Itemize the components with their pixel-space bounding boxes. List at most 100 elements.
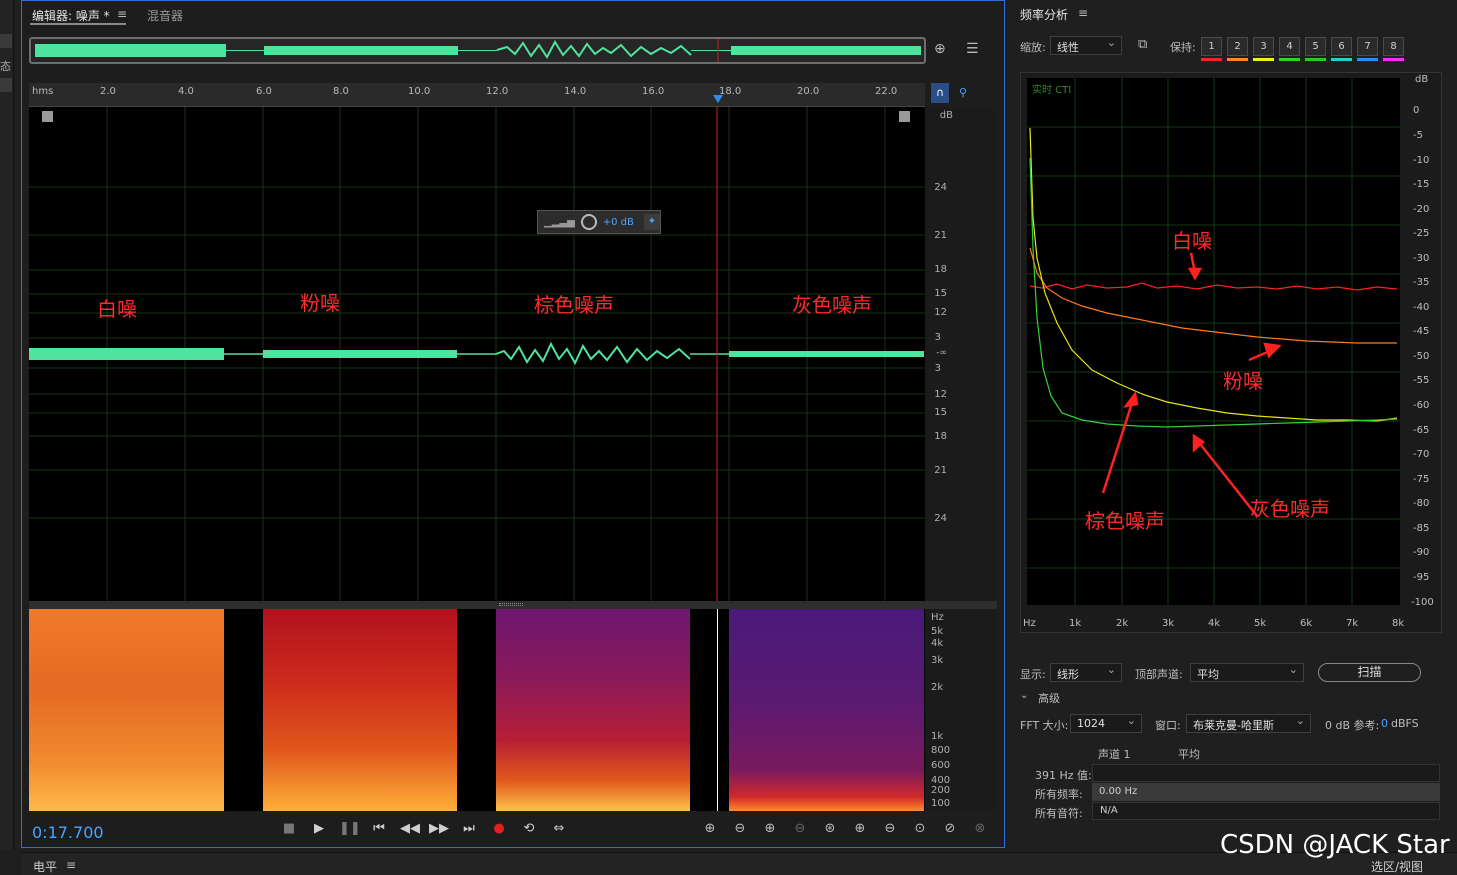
graph-db-tick: -65 xyxy=(1413,425,1430,436)
panel-menu-icon[interactable]: ≡ xyxy=(1078,6,1088,20)
hold-button-3[interactable]: 3 xyxy=(1253,37,1274,56)
ruler-tick: 2.0 xyxy=(100,86,116,97)
fast-forward-icon[interactable]: ▶▶ xyxy=(429,821,449,836)
meter-bars-icon: ▁▂▃▅ xyxy=(544,216,575,228)
zoom-disabled-icon[interactable]: ⊗ xyxy=(969,821,991,836)
db-scale: dB 24 21 18 15 12 3 -∞ 3 12 15 18 21 24 xyxy=(925,107,997,601)
advanced-section[interactable]: 高级 xyxy=(1038,690,1060,706)
tab-editor[interactable]: 编辑器: 噪声 * xyxy=(32,7,110,24)
time-ruler[interactable]: hms 2.0 4.0 6.0 8.0 10.0 12.0 14.0 16.0 … xyxy=(29,83,925,107)
zoom-out-point-icon[interactable]: ⊖ xyxy=(879,821,901,836)
zoom-out-time-icon[interactable]: ⊖ xyxy=(789,821,811,836)
display-select[interactable]: 线形 xyxy=(1050,663,1122,682)
db-tick: -∞ xyxy=(936,348,947,358)
view-divider[interactable] xyxy=(29,601,997,609)
hz-tick: 2k xyxy=(931,682,944,693)
play-icon[interactable]: ▶ xyxy=(309,821,329,836)
zoom-to-fit-icon[interactable]: ⊕ xyxy=(934,41,946,57)
db-tick: 15 xyxy=(934,288,947,299)
hold-button-7[interactable]: 7 xyxy=(1357,37,1378,56)
zoom-out-amplitude-icon[interactable]: ⊖ xyxy=(729,821,751,836)
hold-button-6[interactable]: 6 xyxy=(1331,37,1352,56)
skip-selection-icon[interactable]: ⇔ xyxy=(549,821,569,836)
realtime-label: 实时 CTI xyxy=(1032,85,1072,96)
chevron-down-icon[interactable]: ⌄ xyxy=(1020,690,1028,701)
annotation-brown-noise: 棕色噪声 xyxy=(1085,509,1165,533)
scale-select[interactable]: 线性 xyxy=(1050,36,1122,55)
zoom-selection-icon[interactable]: ⊙ xyxy=(909,821,931,836)
spectrum-graph[interactable]: 实时 CTI 白噪 粉噪 棕色噪声 灰色噪声 xyxy=(1027,78,1400,605)
hz-tick: 800 xyxy=(931,745,951,756)
hz-tick: 200 xyxy=(931,785,951,796)
go-to-start-icon[interactable]: ⏮ xyxy=(369,821,389,836)
graph-hz-tick: 7k xyxy=(1346,618,1359,629)
row-all-notes-label: 所有音符: xyxy=(1035,807,1083,820)
divider-grip-icon[interactable] xyxy=(499,603,523,606)
fft-select[interactable]: 1024 xyxy=(1070,714,1142,733)
playhead-line xyxy=(717,609,718,811)
record-icon[interactable]: ● xyxy=(489,821,509,836)
scale-label: 缩放: xyxy=(1020,41,1046,54)
row-all-freq-box: 0.00 Hz xyxy=(1092,783,1440,801)
rewind-icon[interactable]: ◀◀ xyxy=(400,821,420,836)
spectral-display[interactable] xyxy=(29,609,925,811)
go-to-end-icon[interactable]: ⏭ xyxy=(459,821,479,836)
graph-db-tick: -5 xyxy=(1413,130,1423,141)
editor-panel: 编辑器: 噪声 * ≡ 混音器 ⊕ ☰ hms 2.0 4.0 6.0 8.0 … xyxy=(21,0,1005,848)
window-select[interactable]: 布莱克曼-哈里斯 xyxy=(1186,714,1311,733)
strip-block[interactable] xyxy=(0,34,12,48)
playhead-marker-icon[interactable] xyxy=(713,95,723,103)
loop-icon[interactable]: ⟲ xyxy=(519,821,539,836)
level-tab[interactable]: 电平 xyxy=(33,858,57,875)
copy-icon[interactable]: ⧉ xyxy=(1138,37,1147,52)
graph-db-tick: -70 xyxy=(1413,449,1430,460)
ruler-tick: 16.0 xyxy=(642,86,665,97)
graph-db-tick: -95 xyxy=(1413,572,1430,583)
snap-magnet-icon[interactable]: ∩ xyxy=(931,83,949,103)
pin-icon[interactable]: ✦ xyxy=(644,214,660,230)
tab-menu-icon[interactable]: ≡ xyxy=(117,7,127,21)
top-channel-select[interactable]: 平均 xyxy=(1190,663,1304,682)
display-value: 线形 xyxy=(1057,668,1079,681)
waveform-display[interactable]: 白噪 粉噪 棕色噪声 灰色噪声 xyxy=(29,107,925,601)
hold-button-8[interactable]: 8 xyxy=(1383,37,1404,56)
hold-color-7 xyxy=(1357,58,1378,61)
hold-color-2 xyxy=(1227,58,1248,61)
zoom-in-amplitude-icon[interactable]: ⊕ xyxy=(699,821,721,836)
spectrum-white-noise xyxy=(29,609,224,811)
volume-hud[interactable]: ▁▂▃▅ +0 dB ✦ xyxy=(537,210,661,234)
scan-button[interactable]: 扫描 xyxy=(1318,663,1421,682)
volume-knob[interactable] xyxy=(580,214,597,230)
fade-in-handle-icon[interactable] xyxy=(42,111,53,122)
graph-db-tick: -60 xyxy=(1413,400,1430,411)
graph-hz-tick: 5k xyxy=(1254,618,1267,629)
strip-block[interactable] xyxy=(0,78,12,92)
zoom-in-time-icon[interactable]: ⊕ xyxy=(759,821,781,836)
db-ref-value[interactable]: 0 xyxy=(1381,717,1388,730)
zoom-full-icon[interactable]: ⊛ xyxy=(819,821,841,836)
hz-unit: Hz xyxy=(931,612,944,623)
zoom-reset-icon[interactable]: ⊘ xyxy=(939,821,961,836)
fft-label: FFT 大小: xyxy=(1020,719,1069,732)
tab-mixer[interactable]: 混音器 xyxy=(147,7,183,24)
graph-db-tick: -10 xyxy=(1413,155,1430,166)
hold-button-2[interactable]: 2 xyxy=(1227,37,1248,56)
column-channel-1: 声道 1 xyxy=(1098,748,1131,761)
graph-db-tick: -75 xyxy=(1413,474,1430,485)
zoom-in-point-icon[interactable]: ⊕ xyxy=(849,821,871,836)
hold-button-5[interactable]: 5 xyxy=(1305,37,1326,56)
db-tick: 12 xyxy=(934,389,947,400)
hold-button-1[interactable]: 1 xyxy=(1201,37,1222,56)
fade-out-handle-icon[interactable] xyxy=(899,111,910,122)
ruler-tick: 22.0 xyxy=(875,86,898,97)
overview-menu-icon[interactable]: ☰ xyxy=(966,41,979,57)
stop-icon[interactable]: ■ xyxy=(279,821,299,836)
selection-view-tab[interactable]: 选区/视图 xyxy=(1371,858,1423,875)
overview-waveform[interactable] xyxy=(29,37,926,64)
row-all-notes-box: N/A xyxy=(1092,802,1440,820)
hz-tick: 3k xyxy=(931,655,944,666)
level-menu-icon[interactable]: ≡ xyxy=(66,858,76,872)
pause-icon[interactable]: ❚❚ xyxy=(339,821,361,836)
hold-button-4[interactable]: 4 xyxy=(1279,37,1300,56)
marker-pin-icon[interactable]: ⚲ xyxy=(954,83,972,103)
